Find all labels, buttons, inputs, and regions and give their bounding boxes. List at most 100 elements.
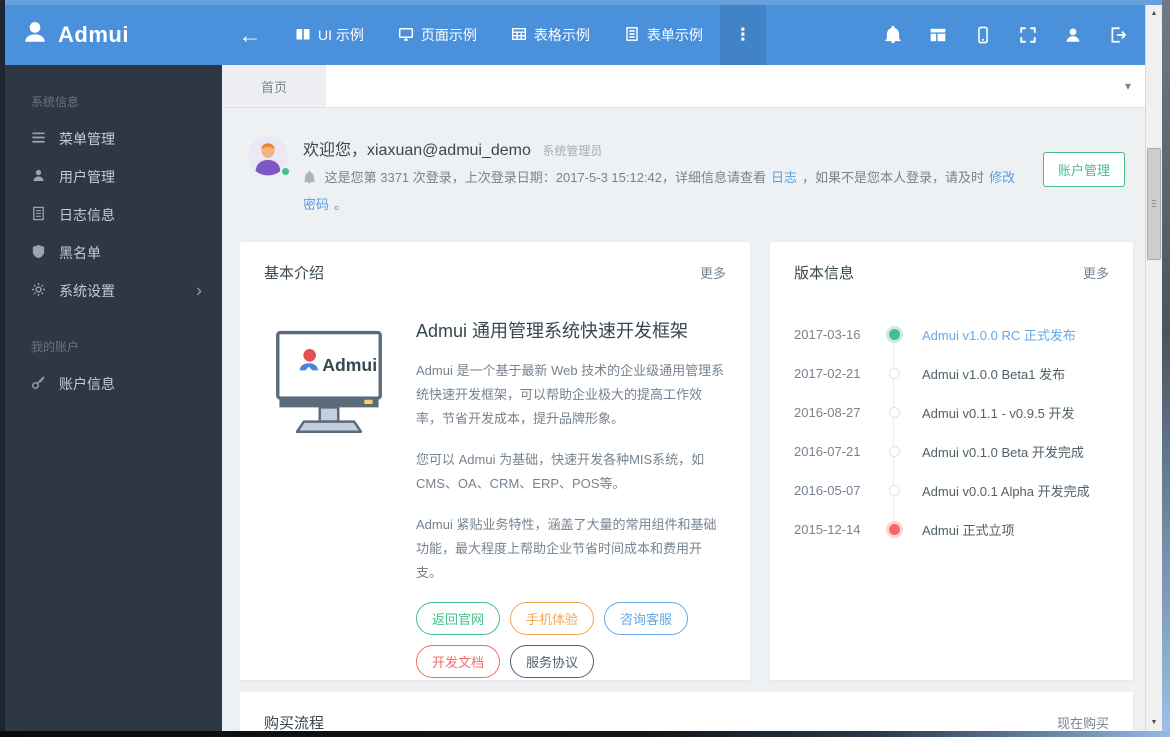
form-icon xyxy=(624,26,640,45)
online-status-dot xyxy=(280,166,291,177)
timeline-dot xyxy=(888,445,900,457)
top-navbar: Admui ← UI 示例 页面示例 表格示例 表单示例 ⋮ xyxy=(5,5,1145,65)
intro-card: 基本介绍 更多 Admui Admui 通用管理系统快速开发框架 Admui 是… xyxy=(240,241,750,680)
window-frame-left xyxy=(0,0,5,737)
sidebar: 系统信息 菜单管理 用户管理 日志信息 黑名单 系统设置 › 我的账户 账户信息 xyxy=(5,65,222,731)
tab-bar-strip: ▾ xyxy=(326,65,1145,107)
scroll-down-button[interactable]: ▼ xyxy=(1146,714,1162,731)
intro-paragraph-1: Admui 是一个基于最新 Web 技术的企业级通用管理系统快速开发框架，可以帮… xyxy=(416,362,725,426)
warning-text: ，如果不是您本人登录，请及时 xyxy=(802,170,985,185)
official-site-button[interactable]: 返回官网 xyxy=(416,602,501,636)
timeline-row: 2017-03-16 Admui v1.0.0 RC 正式发布 xyxy=(794,315,1109,354)
brand[interactable]: Admui xyxy=(5,5,222,65)
tab-home[interactable]: 首页 xyxy=(222,65,326,107)
logout-icon[interactable] xyxy=(1109,26,1127,44)
back-arrow-button[interactable]: ← xyxy=(222,5,278,65)
sidebar-section-title: 我的账户 xyxy=(31,340,80,354)
dev-docs-button[interactable]: 开发文档 xyxy=(416,645,501,679)
timeline-date: 2016-08-27 xyxy=(794,404,861,420)
sidebar-item-label: 日志信息 xyxy=(59,207,115,223)
bell-icon[interactable] xyxy=(884,25,902,44)
nav-item-label: 页面示例 xyxy=(420,27,477,43)
service-agreement-button[interactable]: 服务协议 xyxy=(510,645,595,679)
sidebar-item-blacklist[interactable]: 黑名单 xyxy=(5,234,222,272)
version-more-link[interactable]: 更多 xyxy=(1083,263,1109,282)
timeline-release-link[interactable]: Admui v1.0.0 RC 正式发布 xyxy=(922,325,1076,344)
buy-now-link[interactable]: 现在购买 xyxy=(1057,713,1109,731)
version-timeline: 2017-03-16 Admui v1.0.0 RC 正式发布 2017-02-… xyxy=(794,315,1109,549)
version-card-title: 版本信息 xyxy=(794,264,855,282)
log-link[interactable]: 日志 xyxy=(771,170,797,185)
timeline-date: 2015-12-14 xyxy=(794,521,861,537)
window-frame-right xyxy=(1162,0,1170,737)
nav-item-table-demo[interactable]: 表格示例 xyxy=(494,5,607,65)
sidebar-item-account-info[interactable]: 账户信息 xyxy=(5,365,222,403)
sidebar-item-label: 菜单管理 xyxy=(59,131,115,147)
nav-item-label: 表格示例 xyxy=(533,27,590,43)
key-icon xyxy=(31,375,59,393)
main-content: 首页 ▾ 欢迎您，xiaxuan@admui_demo 系统管理员 这是您第 3… xyxy=(222,65,1145,731)
timeline-date: 2016-07-21 xyxy=(794,443,861,459)
login-info-text: 这是您第 3371 次登录，上次登录日期：2017-5-3 15:12:42，详… xyxy=(324,170,767,185)
version-card: 版本信息 更多 2017-03-16 Admui v1.0.0 RC 正式发布 xyxy=(770,241,1133,680)
shield-icon xyxy=(31,244,59,262)
mobile-icon[interactable] xyxy=(974,26,992,44)
gear-icon xyxy=(31,282,59,300)
back-icon: ← xyxy=(238,21,262,48)
scrollbar-track[interactable] xyxy=(1146,22,1162,714)
nav-item-form-demo[interactable]: 表单示例 xyxy=(607,5,720,65)
monitor-icon xyxy=(398,26,414,45)
nav-main: ← UI 示例 页面示例 表格示例 表单示例 ⋮ xyxy=(222,5,766,65)
layout-icon[interactable] xyxy=(929,26,947,44)
avatar xyxy=(248,136,291,177)
sidebar-item-label: 用户管理 xyxy=(59,169,115,185)
user-role-label: 系统管理员 xyxy=(542,144,603,158)
timeline-text: Admui v0.1.0 Beta 开发完成 xyxy=(922,444,1084,460)
scroll-up-button[interactable]: ▲ xyxy=(1146,5,1162,22)
purchase-card-title: 购买流程 xyxy=(264,714,325,731)
tab-dropdown-caret-icon[interactable]: ▾ xyxy=(1125,79,1131,93)
sidebar-item-system-settings[interactable]: 系统设置 › xyxy=(5,272,222,310)
account-manage-button[interactable]: 账户管理 xyxy=(1042,152,1125,187)
sidebar-item-label: 系统设置 xyxy=(59,283,115,299)
brand-name: Admui xyxy=(58,22,129,47)
timeline-dot-red xyxy=(888,523,900,535)
sidebar-section-title: 系统信息 xyxy=(31,95,80,109)
welcome-banner: 欢迎您，xiaxuan@admui_demo 系统管理员 这是您第 3371 次… xyxy=(248,136,1125,218)
file-icon xyxy=(31,206,59,224)
timeline-date: 2017-03-16 xyxy=(794,326,861,342)
purchase-card: 购买流程 现在购买 xyxy=(240,691,1133,731)
timeline-text: Admui 正式立项 xyxy=(922,522,1015,538)
book-icon xyxy=(295,26,311,45)
sidebar-item-log-info[interactable]: 日志信息 xyxy=(5,196,222,234)
intro-paragraph-2: 您可以 Admui 为基础，快速开发各种MIS系统，如 CMS、OA、CRM、E… xyxy=(416,451,705,491)
sidebar-item-user-management[interactable]: 用户管理 xyxy=(5,158,222,196)
customer-service-button[interactable]: 咨询客服 xyxy=(604,602,689,636)
nav-more-button[interactable]: ⋮ xyxy=(719,5,766,65)
mobile-experience-button[interactable]: 手机体验 xyxy=(510,602,595,636)
timeline-dot xyxy=(888,484,900,496)
tab-label: 首页 xyxy=(260,79,287,95)
page-body: 欢迎您，xiaxuan@admui_demo 系统管理员 这是您第 3371 次… xyxy=(222,108,1145,731)
timeline-text: Admui v0.1.1 - v0.9.5 开发 xyxy=(922,405,1075,421)
intro-more-link[interactable]: 更多 xyxy=(700,263,726,282)
svg-text:Admui: Admui xyxy=(322,355,377,375)
intro-heading: Admui 通用管理系统快速开发框架 xyxy=(416,320,689,341)
timeline-row: 2015-12-14 Admui 正式立项 xyxy=(794,510,1109,549)
nav-item-label: 表单示例 xyxy=(646,27,703,43)
nav-item-page-demo[interactable]: 页面示例 xyxy=(381,5,494,65)
intro-paragraph-3: Admui 紧贴业务特性，涵盖了大量的常用组件和基础功能，最大程度上帮助企业节省… xyxy=(416,516,717,581)
timeline-row: 2016-05-07 Admui v0.0.1 Alpha 开发完成 xyxy=(794,471,1109,510)
timeline-date: 2017-02-21 xyxy=(794,365,861,381)
scrollbar-thumb[interactable] xyxy=(1147,148,1161,260)
nav-item-ui-demo[interactable]: UI 示例 xyxy=(278,5,381,65)
bell-small-icon xyxy=(303,170,320,187)
user-icon[interactable] xyxy=(1064,26,1082,44)
more-dots-icon: ⋮ xyxy=(734,25,752,44)
timeline-row: 2017-02-21 Admui v1.0.0 Beta1 发布 xyxy=(794,354,1109,393)
nav-right-icons xyxy=(884,5,1145,65)
fullscreen-icon[interactable] xyxy=(1019,26,1037,44)
sidebar-item-menu-management[interactable]: 菜单管理 xyxy=(5,120,222,158)
window-scrollbar[interactable]: ▲ ▼ xyxy=(1145,5,1162,731)
timeline-dot xyxy=(888,406,900,418)
